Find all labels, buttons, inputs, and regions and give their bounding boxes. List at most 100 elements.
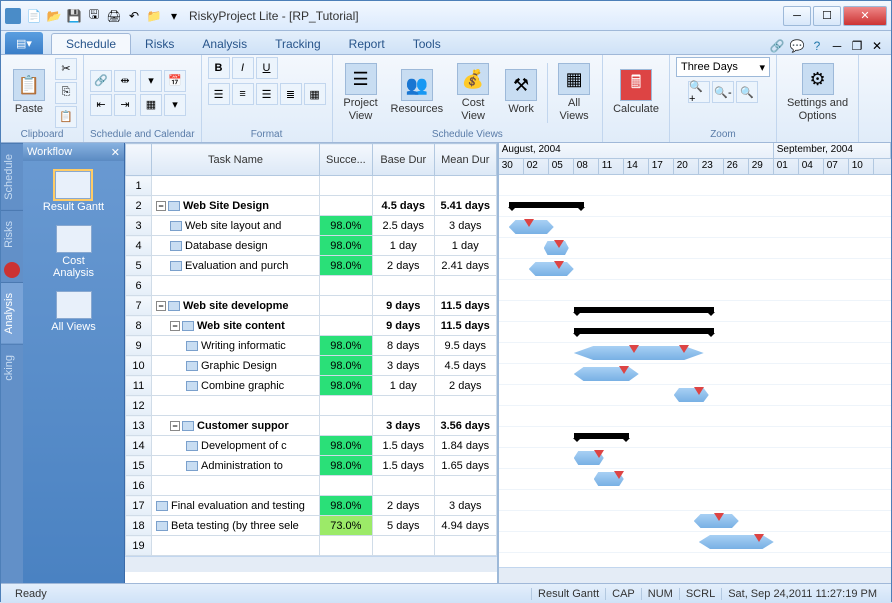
cell-success[interactable] — [320, 396, 373, 416]
cell-task-name[interactable]: −Web Site Design — [152, 196, 320, 216]
row-number[interactable]: 4 — [126, 236, 152, 256]
table-row[interactable]: 17Final evaluation and testing98.0%2 day… — [126, 496, 497, 516]
more-align-icon[interactable]: ≣ — [280, 83, 302, 105]
gantt-summary-bar[interactable] — [574, 433, 629, 439]
cell-task-name[interactable]: Development of c — [152, 436, 320, 456]
cell-mean-dur[interactable]: 11.5 days — [434, 316, 496, 336]
gantt-row[interactable] — [499, 385, 891, 406]
feedback-icon[interactable]: 💬 — [789, 38, 805, 54]
cell-base-dur[interactable]: 2 days — [372, 496, 434, 516]
table-row[interactable]: 12 — [126, 396, 497, 416]
paste-button[interactable]: 📋 Paste — [7, 67, 51, 117]
cell-task-name[interactable]: Final evaluation and testing — [152, 496, 320, 516]
cell-base-dur[interactable]: 3 days — [372, 416, 434, 436]
row-number[interactable]: 10 — [126, 356, 152, 376]
gantt-row[interactable] — [499, 364, 891, 385]
help-icon[interactable]: ? — [809, 38, 825, 54]
cell-task-name[interactable]: Combine graphic — [152, 376, 320, 396]
cell-mean-dur[interactable]: 2.41 days — [434, 256, 496, 276]
cell-success[interactable]: 98.0% — [320, 436, 373, 456]
cell-mean-dur[interactable]: 9.5 days — [434, 336, 496, 356]
save-icon[interactable]: 💾 — [65, 7, 83, 25]
table-row[interactable]: 2−Web Site Design4.5 days5.41 days — [126, 196, 497, 216]
cost-view-button[interactable]: 💰Cost View — [451, 61, 495, 123]
cell-success[interactable]: 98.0% — [320, 336, 373, 356]
side-tab-schedule[interactable]: Schedule — [1, 143, 23, 210]
settings-button[interactable]: ⚙Settings and Options — [783, 61, 852, 123]
cell-base-dur[interactable]: 5 days — [372, 516, 434, 536]
gantt-row[interactable] — [499, 511, 891, 532]
cell-task-name[interactable]: Graphic Design — [152, 356, 320, 376]
tab-analysis[interactable]: Analysis — [188, 34, 261, 54]
gantt-row[interactable] — [499, 175, 891, 196]
paste-small-icon[interactable]: 📋 — [55, 106, 77, 128]
table-row[interactable]: 19 — [126, 536, 497, 556]
row-number[interactable]: 8 — [126, 316, 152, 336]
cell-task-name[interactable] — [152, 176, 320, 196]
table-row[interactable]: 18Beta testing (by three sele73.0%5 days… — [126, 516, 497, 536]
print-icon[interactable]: 🖨 — [105, 7, 123, 25]
indent-icon[interactable]: ⇥ — [114, 94, 136, 116]
cell-base-dur[interactable]: 1 day — [372, 376, 434, 396]
underline-icon[interactable]: U — [256, 57, 278, 79]
cell-mean-dur[interactable]: 1.65 days — [434, 456, 496, 476]
table-row[interactable]: 14Development of c98.0%1.5 days1.84 days — [126, 436, 497, 456]
task-grid[interactable]: Task Name Succe... Base Dur Mean Dur 12−… — [125, 143, 497, 556]
cell-mean-dur[interactable]: 1.84 days — [434, 436, 496, 456]
align-center-icon[interactable]: ≡ — [232, 83, 254, 105]
cell-success[interactable] — [320, 536, 373, 556]
table-row[interactable]: 7−Web site developme9 days11.5 days — [126, 296, 497, 316]
row-number[interactable]: 1 — [126, 176, 152, 196]
cell-task-name[interactable]: −Web site developme — [152, 296, 320, 316]
table-row[interactable]: 6 — [126, 276, 497, 296]
gantt-row[interactable] — [499, 301, 891, 322]
row-number[interactable]: 11 — [126, 376, 152, 396]
cell-success[interactable] — [320, 196, 373, 216]
row-number[interactable]: 19 — [126, 536, 152, 556]
gantt-row[interactable] — [499, 532, 891, 553]
cell-success[interactable]: 98.0% — [320, 216, 373, 236]
mdi-close-icon[interactable]: ✕ — [869, 38, 885, 54]
row-number[interactable]: 12 — [126, 396, 152, 416]
gantt-summary-bar[interactable] — [574, 307, 714, 313]
mdi-minimize-icon[interactable]: ─ — [829, 38, 845, 54]
bold-icon[interactable]: B — [208, 57, 230, 79]
gantt-row[interactable] — [499, 217, 891, 238]
row-number[interactable]: 6 — [126, 276, 152, 296]
gantt-task-bar[interactable] — [529, 262, 574, 276]
cell-mean-dur[interactable] — [434, 276, 496, 296]
cell-mean-dur[interactable]: 5.41 days — [434, 196, 496, 216]
cell-mean-dur[interactable]: 1 day — [434, 236, 496, 256]
mdi-restore-icon[interactable]: ❐ — [849, 38, 865, 54]
cell-success[interactable] — [320, 276, 373, 296]
resources-button[interactable]: 👥Resources — [387, 67, 448, 117]
grid-scrollbar-h[interactable] — [125, 556, 497, 572]
row-number[interactable]: 15 — [126, 456, 152, 476]
table-row[interactable]: 10Graphic Design98.0%3 days4.5 days — [126, 356, 497, 376]
row-number[interactable]: 9 — [126, 336, 152, 356]
tab-risks[interactable]: Risks — [131, 34, 188, 54]
cell-mean-dur[interactable]: 3 days — [434, 216, 496, 236]
gantt-row[interactable] — [499, 448, 891, 469]
side-tab-risks[interactable]: Risks — [1, 210, 23, 258]
gantt-body[interactable] — [499, 175, 891, 574]
row-number[interactable]: 5 — [126, 256, 152, 276]
row-number[interactable]: 7 — [126, 296, 152, 316]
gantt-scrollbar-h[interactable] — [499, 567, 891, 583]
workflow-result-gantt[interactable]: Result Gantt — [43, 171, 104, 213]
zoom-combo[interactable]: Three Days▾ — [676, 57, 770, 77]
cell-success[interactable]: 73.0% — [320, 516, 373, 536]
table-row[interactable]: 5Evaluation and purch98.0%2 days2.41 day… — [126, 256, 497, 276]
gantt-summary-bar[interactable] — [574, 328, 714, 334]
cell-base-dur[interactable] — [372, 396, 434, 416]
cell-success[interactable]: 98.0% — [320, 456, 373, 476]
table-row[interactable]: 4Database design98.0%1 day1 day — [126, 236, 497, 256]
gantt-row[interactable] — [499, 280, 891, 301]
gantt-row[interactable] — [499, 406, 891, 427]
cell-base-dur[interactable]: 9 days — [372, 296, 434, 316]
tab-schedule[interactable]: Schedule — [51, 33, 131, 54]
cell-task-name[interactable]: Beta testing (by three sele — [152, 516, 320, 536]
cell-task-name[interactable]: −Customer suppor — [152, 416, 320, 436]
calendar-icon[interactable]: 📅 — [164, 70, 186, 92]
cell-task-name[interactable]: Database design — [152, 236, 320, 256]
